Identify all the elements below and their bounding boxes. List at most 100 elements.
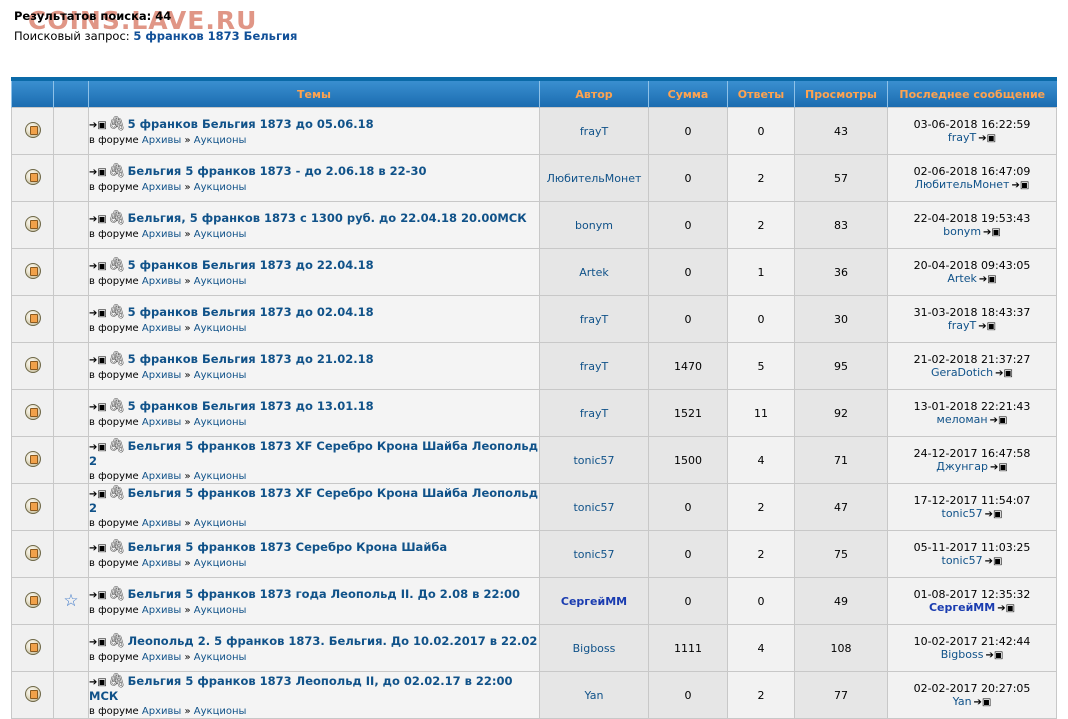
goto-new-post-icon[interactable]: ➔▣ <box>89 167 107 178</box>
view-last-post-icon[interactable]: ➔▣ <box>985 509 1003 520</box>
author-link[interactable]: Bigboss <box>573 642 616 655</box>
header-views[interactable]: Просмотры <box>794 79 888 108</box>
last-post-user-link[interactable]: Джунгар <box>936 460 988 473</box>
topic-title-link[interactable]: Бельгия 5 франков 1873 XF Серебро Крона … <box>89 439 538 468</box>
last-post-user-link[interactable]: tonic57 <box>942 554 983 567</box>
header-replies[interactable]: Ответы <box>727 79 795 108</box>
topic-title-link[interactable]: 5 франков Бельгия 1873 до 21.02.18 <box>128 352 374 366</box>
author-link[interactable]: Yan <box>585 689 604 702</box>
forum-link-archives[interactable]: Архивы <box>142 417 181 428</box>
forum-link-archives[interactable]: Архивы <box>142 518 181 529</box>
forum-link-auctions[interactable]: Аукционы <box>194 471 247 482</box>
view-last-post-icon[interactable]: ➔▣ <box>995 368 1013 379</box>
topic-title-link[interactable]: Бельгия, 5 франков 1873 с 1300 руб. до 2… <box>128 211 527 225</box>
author-link[interactable]: tonic57 <box>573 501 614 514</box>
author-link[interactable]: СергейММ <box>561 595 627 608</box>
forum-link-archives[interactable]: Архивы <box>142 135 181 146</box>
forum-link-archives[interactable]: Архивы <box>142 370 181 381</box>
search-query-link[interactable]: 5 франков 1873 Бельгия <box>133 29 297 43</box>
forum-link-auctions[interactable]: Аукционы <box>194 323 247 334</box>
topic-title-link[interactable]: Бельгия 5 франков 1873 года Леопольд II.… <box>128 587 520 601</box>
last-post-user-link[interactable]: Artek <box>947 272 977 285</box>
forum-link-archives[interactable]: Архивы <box>142 276 181 287</box>
topic-title-link[interactable]: Бельгия 5 франков 1873 Леопольд II, до 0… <box>89 674 513 703</box>
forum-link-auctions[interactable]: Аукционы <box>194 558 247 569</box>
forum-link-archives[interactable]: Архивы <box>142 471 181 482</box>
header-topics[interactable]: Темы <box>88 79 540 108</box>
author-link[interactable]: tonic57 <box>573 454 614 467</box>
goto-new-post-icon[interactable]: ➔▣ <box>89 489 107 500</box>
header-last-post[interactable]: Последнее сообщение <box>887 79 1057 108</box>
goto-new-post-icon[interactable]: ➔▣ <box>89 637 107 648</box>
forum-link-auctions[interactable]: Аукционы <box>194 135 247 146</box>
last-post-user-link[interactable]: СергейММ <box>929 601 995 614</box>
view-last-post-icon[interactable]: ➔▣ <box>990 462 1008 473</box>
goto-new-post-icon[interactable]: ➔▣ <box>89 442 107 453</box>
forum-link-auctions[interactable]: Аукционы <box>194 182 247 193</box>
last-post-user-link[interactable]: bonym <box>943 225 981 238</box>
author-link[interactable]: frayT <box>580 313 608 326</box>
last-post-user-link[interactable]: frayT <box>948 131 976 144</box>
goto-new-post-icon[interactable]: ➔▣ <box>89 261 107 272</box>
last-post-user-link[interactable]: tonic57 <box>942 507 983 520</box>
forum-link-auctions[interactable]: Аукционы <box>194 417 247 428</box>
goto-new-post-icon[interactable]: ➔▣ <box>89 308 107 319</box>
view-last-post-icon[interactable]: ➔▣ <box>1011 180 1029 191</box>
view-last-post-icon[interactable]: ➔▣ <box>985 556 1003 567</box>
last-post-user-link[interactable]: Bigboss <box>941 648 984 661</box>
forum-link-auctions[interactable]: Аукционы <box>194 518 247 529</box>
view-last-post-icon[interactable]: ➔▣ <box>978 133 996 144</box>
view-last-post-icon[interactable]: ➔▣ <box>979 274 997 285</box>
forum-link-archives[interactable]: Архивы <box>142 558 181 569</box>
author-link[interactable]: Artek <box>579 266 609 279</box>
author-link[interactable]: ЛюбительМонет <box>547 172 642 185</box>
view-last-post-icon[interactable]: ➔▣ <box>990 415 1008 426</box>
author-link[interactable]: bonym <box>575 219 613 232</box>
goto-new-post-icon[interactable]: ➔▣ <box>89 677 107 688</box>
forum-link-auctions[interactable]: Аукционы <box>194 706 247 717</box>
goto-new-post-icon[interactable]: ➔▣ <box>89 214 107 225</box>
forum-link-auctions[interactable]: Аукционы <box>194 276 247 287</box>
forum-link-archives[interactable]: Архивы <box>142 605 181 616</box>
topic-title-link[interactable]: Бельгия 5 франков 1873 XF Серебро Крона … <box>89 486 538 515</box>
forum-link-archives[interactable]: Архивы <box>142 706 181 717</box>
topic-title-link[interactable]: 5 франков Бельгия 1873 до 05.06.18 <box>128 117 374 131</box>
forum-link-archives[interactable]: Архивы <box>142 652 181 663</box>
last-post-user-link[interactable]: ЛюбительМонет <box>915 178 1010 191</box>
forum-link-archives[interactable]: Архивы <box>142 323 181 334</box>
goto-new-post-icon[interactable]: ➔▣ <box>89 120 107 131</box>
topic-title-link[interactable]: Бельгия 5 франков 1873 - до 2.06.18 в 22… <box>128 164 427 178</box>
view-last-post-icon[interactable]: ➔▣ <box>978 321 996 332</box>
last-post-user-link[interactable]: меломан <box>937 413 988 426</box>
author-link[interactable]: frayT <box>580 360 608 373</box>
author-link[interactable]: frayT <box>580 407 608 420</box>
last-post-user-link[interactable]: GeraDotich <box>931 366 993 379</box>
topic-title-link[interactable]: 5 франков Бельгия 1873 до 22.04.18 <box>128 258 374 272</box>
goto-new-post-icon[interactable]: ➔▣ <box>89 355 107 366</box>
author-link[interactable]: tonic57 <box>573 548 614 561</box>
table-row: ➔▣🖇 Бельгия 5 франков 1873 Леопольд II, д… <box>11 671 1057 719</box>
forum-link-archives[interactable]: Архивы <box>142 229 181 240</box>
topic-title-link[interactable]: Бельгия 5 франков 1873 Серебро Крона Шай… <box>128 540 448 554</box>
view-last-post-icon[interactable]: ➔▣ <box>974 697 992 708</box>
view-last-post-icon[interactable]: ➔▣ <box>985 650 1003 661</box>
forum-link-archives[interactable]: Архивы <box>142 182 181 193</box>
topic-title-link[interactable]: 5 франков Бельгия 1873 до 02.04.18 <box>128 305 374 319</box>
forum-link-auctions[interactable]: Аукционы <box>194 370 247 381</box>
header-author[interactable]: Автор <box>539 79 649 108</box>
goto-new-post-icon[interactable]: ➔▣ <box>89 590 107 601</box>
author-link[interactable]: frayT <box>580 125 608 138</box>
view-last-post-icon[interactable]: ➔▣ <box>983 227 1001 238</box>
forum-link-auctions[interactable]: Аукционы <box>194 652 247 663</box>
last-post-user-link[interactable]: frayT <box>948 319 976 332</box>
goto-new-post-icon[interactable]: ➔▣ <box>89 543 107 554</box>
forum-link-auctions[interactable]: Аукционы <box>194 229 247 240</box>
view-last-post-icon[interactable]: ➔▣ <box>997 603 1015 614</box>
topic-forum-path: в форуме Архивы » Аукционы <box>89 706 539 717</box>
last-post-user-link[interactable]: Yan <box>953 695 972 708</box>
header-sum[interactable]: Сумма <box>648 79 728 108</box>
topic-title-link[interactable]: Леопольд 2. 5 франков 1873. Бельгия. До … <box>128 634 538 648</box>
topic-title-link[interactable]: 5 франков Бельгия 1873 до 13.01.18 <box>128 399 374 413</box>
forum-link-auctions[interactable]: Аукционы <box>194 605 247 616</box>
goto-new-post-icon[interactable]: ➔▣ <box>89 402 107 413</box>
